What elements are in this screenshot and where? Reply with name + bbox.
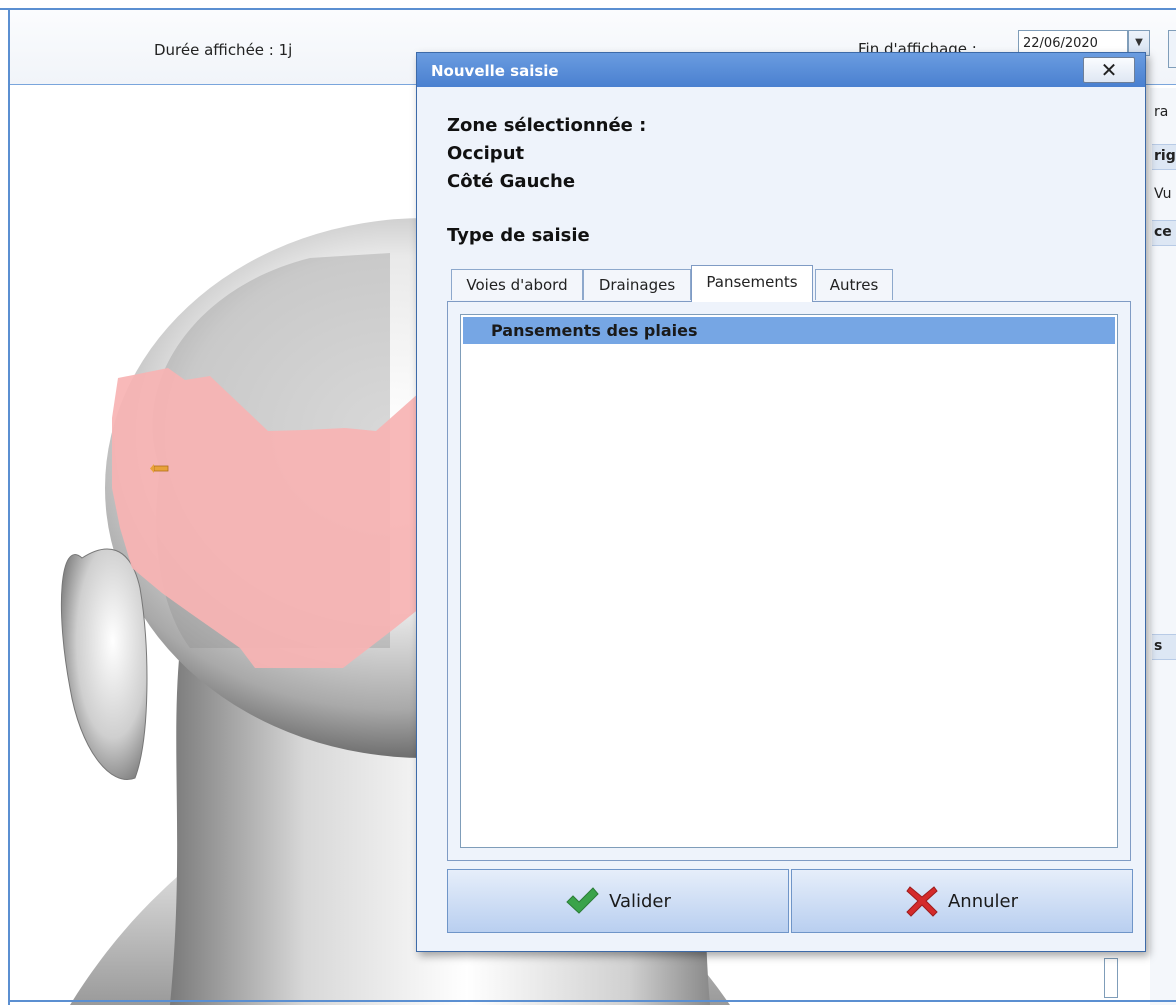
window-border-bottom bbox=[10, 1000, 1176, 1002]
side-fragment-2: rig bbox=[1154, 148, 1176, 164]
dialog-title: Nouvelle saisie bbox=[431, 62, 559, 80]
side-scroll-handle[interactable] bbox=[1104, 958, 1118, 998]
close-icon: ✕ bbox=[1100, 58, 1118, 82]
zone-value-side: Côté Gauche bbox=[447, 171, 576, 192]
cancel-button[interactable]: Annuler bbox=[791, 869, 1133, 933]
tab-voies-abord[interactable]: Voies d'abord bbox=[451, 269, 583, 300]
list-item-selected[interactable]: Pansements des plaies bbox=[463, 317, 1115, 344]
zone-value-region: Occiput bbox=[447, 143, 525, 164]
entry-type-label: Type de saisie bbox=[447, 225, 590, 246]
selected-zone-label: Zone sélectionnée : bbox=[447, 115, 647, 136]
displayed-duration-label: Durée affichée : 1j bbox=[154, 41, 293, 59]
tab-pansements[interactable]: Pansements bbox=[691, 265, 813, 302]
side-fragment-4: ce bbox=[1154, 224, 1172, 240]
side-fragment-1: ra bbox=[1154, 104, 1169, 120]
tab-autres[interactable]: Autres bbox=[815, 269, 893, 300]
check-icon bbox=[566, 887, 599, 914]
new-entry-dialog: Nouvelle saisie ✕ Zone sélectionnée : Oc… bbox=[416, 52, 1146, 952]
tab-panel-pansements: Pansements des plaies bbox=[447, 301, 1131, 861]
side-fragment-5: s bbox=[1154, 638, 1163, 654]
dialog-titlebar[interactable]: Nouvelle saisie ✕ bbox=[417, 53, 1145, 87]
tab-drainages[interactable]: Drainages bbox=[583, 269, 691, 300]
side-fragment-3: Vu bbox=[1154, 186, 1172, 202]
cancel-label: Annuler bbox=[947, 890, 1018, 912]
dialog-body: Zone sélectionnée : Occiput Côté Gauche … bbox=[417, 87, 1145, 951]
close-button[interactable]: ✕ bbox=[1083, 57, 1135, 83]
validate-label: Valider bbox=[609, 890, 671, 912]
dressing-list[interactable]: Pansements des plaies bbox=[460, 314, 1118, 848]
toolbar-right-button[interactable] bbox=[1168, 30, 1176, 68]
validate-button[interactable]: Valider bbox=[447, 869, 789, 933]
cross-icon bbox=[906, 886, 938, 917]
